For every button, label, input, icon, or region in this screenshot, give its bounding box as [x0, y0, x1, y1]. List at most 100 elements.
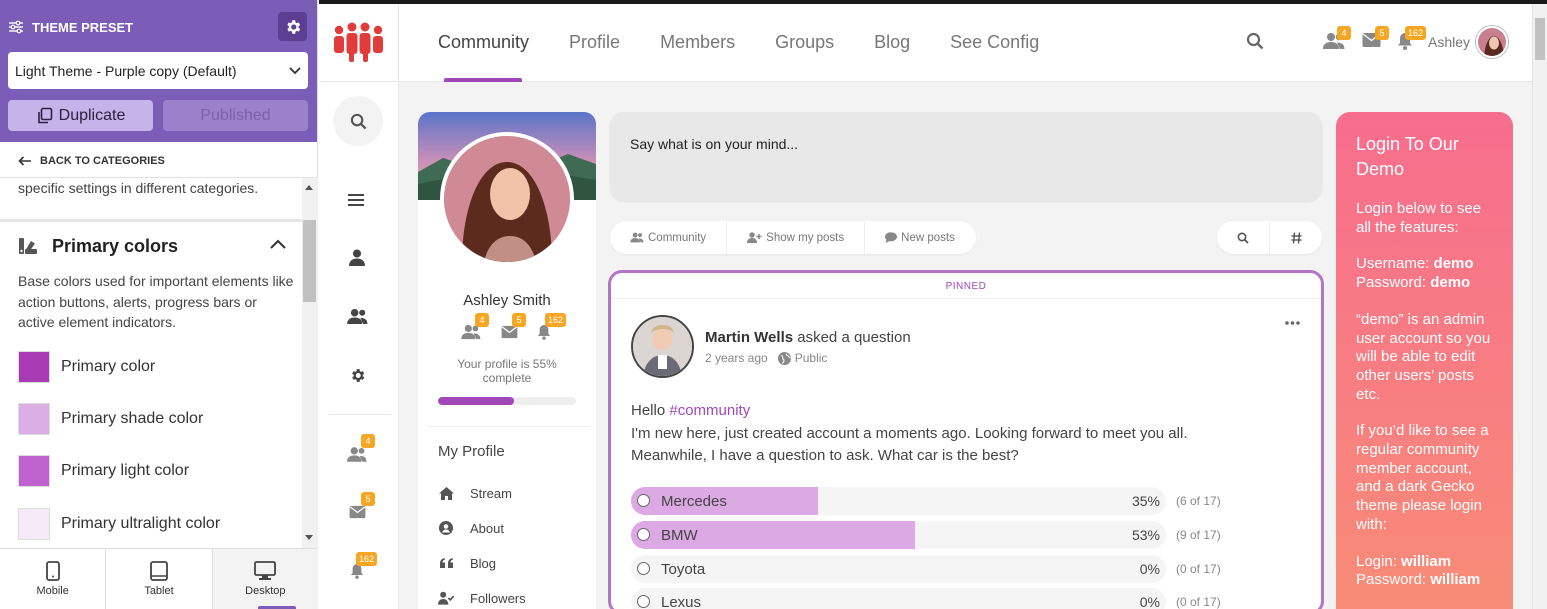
device-tablet-button[interactable]: Tablet — [106, 549, 213, 609]
theme-preset-value: Light Theme - Purple copy (Default) — [15, 62, 237, 79]
post-composer[interactable]: Say what is on your mind... — [610, 112, 1322, 201]
profile-menu-followers[interactable]: Followers — [438, 588, 588, 608]
nav-community[interactable]: Community — [438, 32, 529, 53]
gear-icon[interactable] — [349, 367, 366, 384]
device-switcher: Mobile Tablet Desktop — [0, 548, 318, 609]
poll-option-label: Toyota — [661, 561, 706, 578]
main-nav: Community Profile Members Groups Blog Se… — [438, 32, 1079, 53]
poll-radio[interactable] — [637, 528, 650, 541]
profile-progress-fill — [438, 397, 514, 405]
poll-radio[interactable] — [637, 562, 650, 575]
profile-name[interactable]: Ashley Smith — [418, 292, 596, 309]
user-icon[interactable] — [349, 249, 365, 266]
nav-members[interactable]: Members — [660, 32, 735, 53]
published-button[interactable]: Published — [163, 100, 308, 131]
nav-profile[interactable]: Profile — [569, 32, 620, 53]
nav-groups[interactable]: Groups — [775, 32, 834, 53]
post-author-avatar[interactable] — [631, 315, 694, 378]
sliders-icon — [8, 20, 24, 34]
profile-friends-counter[interactable]: 4 — [461, 313, 489, 340]
chevron-down-icon — [289, 66, 301, 74]
hashtag-button[interactable] — [1270, 221, 1322, 254]
poll-option-percent: 0% — [1139, 561, 1160, 577]
device-mobile-button[interactable]: Mobile — [0, 549, 107, 609]
messages-button[interactable]: 5 — [1362, 26, 1389, 48]
post-author-name[interactable]: Martin Wells — [705, 329, 793, 346]
customizer-title: THEME PRESET — [8, 14, 133, 40]
profile-avatar[interactable] — [440, 132, 574, 266]
filter-new-posts[interactable]: New posts — [865, 221, 975, 254]
filter-community[interactable]: Community — [610, 221, 728, 254]
customizer-scroll-area[interactable]: specific settings in different categorie… — [0, 177, 318, 548]
color-setting-3[interactable]: Primary light color — [18, 455, 298, 487]
header-username[interactable]: Ashley — [1428, 34, 1470, 50]
color-setting-1[interactable]: Primary color — [18, 351, 298, 383]
color-swatch[interactable] — [18, 403, 50, 435]
notifications-button[interactable]: 162 — [1397, 26, 1427, 50]
color-setting-2[interactable]: Primary shade color — [18, 403, 298, 435]
friend-requests-button[interactable]: 4 — [1323, 26, 1351, 50]
color-label: Primary ultralight color — [61, 515, 221, 532]
poll-option-count: (9 of 17) — [1176, 528, 1221, 542]
filter-show-my-posts[interactable]: Show my posts — [727, 221, 866, 254]
gear-icon — [286, 19, 300, 34]
post-time[interactable]: 2 years ago — [705, 351, 768, 365]
post-action: asked a question — [797, 329, 911, 346]
more-dots-icon — [1285, 321, 1300, 325]
duplicate-button[interactable]: Duplicate — [8, 100, 153, 131]
profile-menu-blog[interactable]: Blog — [438, 553, 588, 573]
profile-menu-stream[interactable]: Stream — [438, 483, 588, 503]
logo-area[interactable] — [319, 4, 399, 82]
arrow-left-icon — [18, 156, 31, 166]
header-avatar[interactable] — [1476, 26, 1508, 58]
page-scrollbar[interactable] — [1532, 4, 1547, 609]
rail-notifications-button[interactable]: 162 — [350, 552, 378, 579]
poll-radio[interactable] — [637, 494, 650, 507]
page-scrollbar-thumb[interactable] — [1535, 18, 1545, 60]
post-visibility: Public — [777, 351, 827, 365]
post-hashtag-link[interactable]: #community — [669, 402, 750, 419]
profile-messages-counter[interactable]: 5 — [501, 313, 526, 339]
copy-icon — [37, 107, 52, 123]
stream-search-button[interactable] — [1217, 221, 1270, 254]
chevron-up-icon[interactable] — [270, 239, 286, 249]
poll-option-label: Mercedes — [661, 493, 727, 510]
color-setting-4[interactable]: Primary ultralight color — [18, 508, 298, 540]
rail-messages-button[interactable]: 5 — [349, 492, 375, 519]
profile-notifications-counter[interactable]: 162 — [537, 313, 567, 340]
profile-menu-about[interactable]: About — [438, 518, 588, 538]
rail-search-button[interactable] — [333, 96, 383, 146]
color-swatch[interactable] — [18, 351, 50, 383]
poll-option-percent: 35% — [1131, 493, 1160, 509]
device-desktop-button[interactable]: Desktop — [212, 549, 318, 609]
poll-radio[interactable] — [637, 595, 650, 608]
menu-icon[interactable] — [347, 193, 365, 207]
theme-preset-select[interactable]: Light Theme - Purple copy (Default) — [8, 52, 308, 89]
device-label: Tablet — [144, 585, 174, 597]
poll-option[interactable]: Toyota 0% — [631, 555, 1166, 583]
nav-see-config[interactable]: See Config — [950, 32, 1039, 53]
pinned-divider — [611, 298, 1321, 299]
menu-label: About — [470, 520, 504, 536]
friend-requests-badge: 4 — [1337, 26, 1351, 40]
poll-option[interactable]: BMW 53% — [631, 521, 1166, 549]
back-to-categories-link[interactable]: BACK TO CATEGORIES — [18, 152, 165, 170]
poll-option[interactable]: Mercedes 35% — [631, 487, 1166, 515]
search-icon[interactable] — [1246, 32, 1264, 50]
customizer-title-text: THEME PRESET — [32, 19, 134, 35]
customizer-settings-button[interactable] — [278, 12, 307, 41]
rail-friends-button[interactable]: 4 — [347, 434, 375, 463]
nav-blog[interactable]: Blog — [874, 32, 910, 53]
post-options-button[interactable] — [1285, 321, 1300, 325]
poll-option[interactable]: Lexus 0% — [631, 588, 1166, 609]
post-line-2: I'm new here, just created account a mom… — [631, 424, 1188, 442]
scroll-down-arrow[interactable] — [305, 535, 313, 540]
groups-icon[interactable] — [347, 308, 368, 325]
color-swatch[interactable] — [18, 508, 50, 540]
primary-colors-section-header[interactable]: Primary colors — [18, 235, 286, 257]
color-swatch[interactable] — [18, 455, 50, 487]
scrollbar-thumb[interactable] — [303, 220, 316, 302]
scroll-up-arrow[interactable] — [305, 185, 313, 190]
profile-progress-bar — [438, 397, 576, 405]
hashtag-icon — [1291, 231, 1301, 244]
